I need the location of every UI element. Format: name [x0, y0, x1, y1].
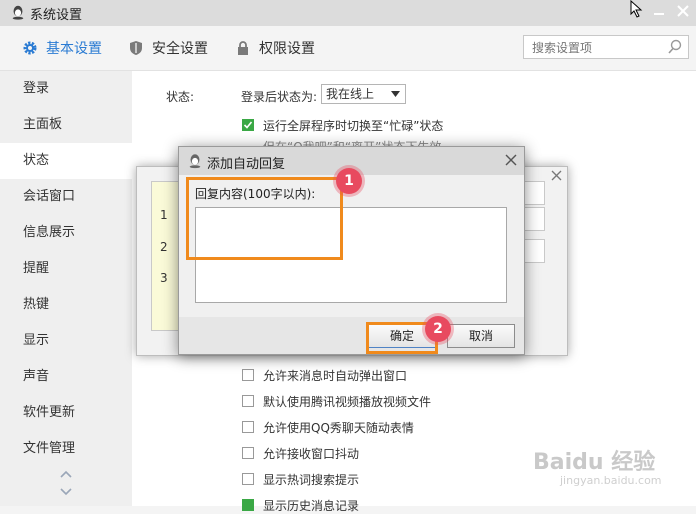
search-input[interactable] — [530, 37, 668, 59]
baidu-watermark: Baidu 经验 — [533, 450, 656, 475]
login-status-select[interactable]: 我在线上 — [321, 84, 406, 104]
sidebar-item-main-panel[interactable]: 主面板 — [0, 107, 132, 143]
qq-penguin-icon — [189, 154, 201, 169]
close-icon[interactable] — [551, 170, 562, 181]
gear-icon — [23, 41, 37, 55]
login-status-value: 我在线上 — [326, 87, 375, 101]
status-section-label: 状态: — [166, 90, 195, 104]
highlight-box-content — [186, 177, 343, 260]
option-checkbox[interactable] — [242, 499, 254, 511]
top-tab-bar: 基本设置 安全设置 权限设置 — [0, 26, 696, 71]
step-marker: 1 — [336, 168, 362, 194]
tab-basic-settings[interactable]: 基本设置 — [22, 36, 102, 60]
sidebar-item-display[interactable]: 显示 — [0, 323, 132, 359]
option-label: 默认使用腾讯视频播放视频文件 — [263, 395, 432, 409]
dialog-title: 添加自动回复 — [207, 157, 286, 172]
option-label: 允许使用QQ秀聊天随动表情 — [263, 421, 414, 435]
option-checkbox[interactable] — [242, 447, 254, 459]
window-title-bar: 系统设置 — [0, 0, 696, 26]
mouse-cursor-icon — [630, 0, 643, 18]
fullscreen-busy-label: 运行全屏程序时切换至“忙碌”状态 — [263, 119, 444, 133]
sidebar-item-chat-window[interactable]: 会话窗口 — [0, 179, 132, 215]
sidebar-item-info-display[interactable]: 信息展示 — [0, 215, 132, 251]
dropdown-arrow-icon — [391, 91, 400, 97]
tab-label: 基本设置 — [46, 41, 102, 57]
close-icon[interactable] — [676, 4, 690, 18]
option-checkbox[interactable] — [242, 421, 254, 433]
option-label: 显示热词搜索提示 — [263, 473, 360, 487]
sidebar-item-software-update[interactable]: 软件更新 — [0, 395, 132, 431]
search-icon[interactable] — [666, 38, 684, 56]
tab-permission-settings[interactable]: 权限设置 — [235, 36, 315, 60]
minimize-icon[interactable] — [652, 4, 666, 18]
chevron-up-icon[interactable] — [59, 469, 73, 479]
sidebar-item-sound[interactable]: 声音 — [0, 359, 132, 395]
checkmark-icon — [243, 121, 253, 129]
search-box[interactable] — [523, 35, 689, 59]
step-marker: 2 — [425, 316, 451, 342]
option-label: 允许接收窗口抖动 — [263, 447, 360, 461]
fullscreen-busy-checkbox[interactable] — [242, 119, 254, 131]
qq-penguin-icon — [12, 5, 24, 20]
list-item-number: 2 — [160, 240, 168, 254]
chevron-down-icon[interactable] — [59, 487, 73, 497]
sidebar-item-hotkey[interactable]: 热键 — [0, 287, 132, 323]
tab-security-settings[interactable]: 安全设置 — [128, 36, 208, 60]
list-item-number: 3 — [160, 271, 168, 285]
sidebar: 登录 主面板 状态 会话窗口 信息展示 提醒 热键 显示 声音 软件更新 文件管… — [0, 71, 132, 506]
option-checkbox[interactable] — [242, 395, 254, 407]
baidu-watermark-url: jingyan.baidu.com — [560, 474, 662, 487]
option-checkbox[interactable] — [242, 473, 254, 485]
cancel-button[interactable]: 取消 — [447, 324, 515, 348]
sidebar-item-login[interactable]: 登录 — [0, 71, 132, 107]
lock-icon — [238, 41, 248, 55]
sidebar-item-reminder[interactable]: 提醒 — [0, 251, 132, 287]
sidebar-item-status[interactable]: 状态 — [0, 143, 132, 179]
login-status-label: 登录后状态为: — [241, 90, 318, 104]
shield-icon — [130, 41, 142, 55]
sidebar-item-file-management[interactable]: 文件管理 — [0, 431, 132, 467]
close-icon[interactable] — [505, 154, 517, 166]
window-title: 系统设置 — [30, 8, 83, 23]
option-checkbox[interactable] — [242, 369, 254, 381]
option-label: 允许来消息时自动弹出窗口 — [263, 369, 408, 383]
tab-label: 安全设置 — [152, 41, 208, 57]
list-item-number: 1 — [160, 208, 168, 222]
tab-label: 权限设置 — [259, 41, 315, 57]
